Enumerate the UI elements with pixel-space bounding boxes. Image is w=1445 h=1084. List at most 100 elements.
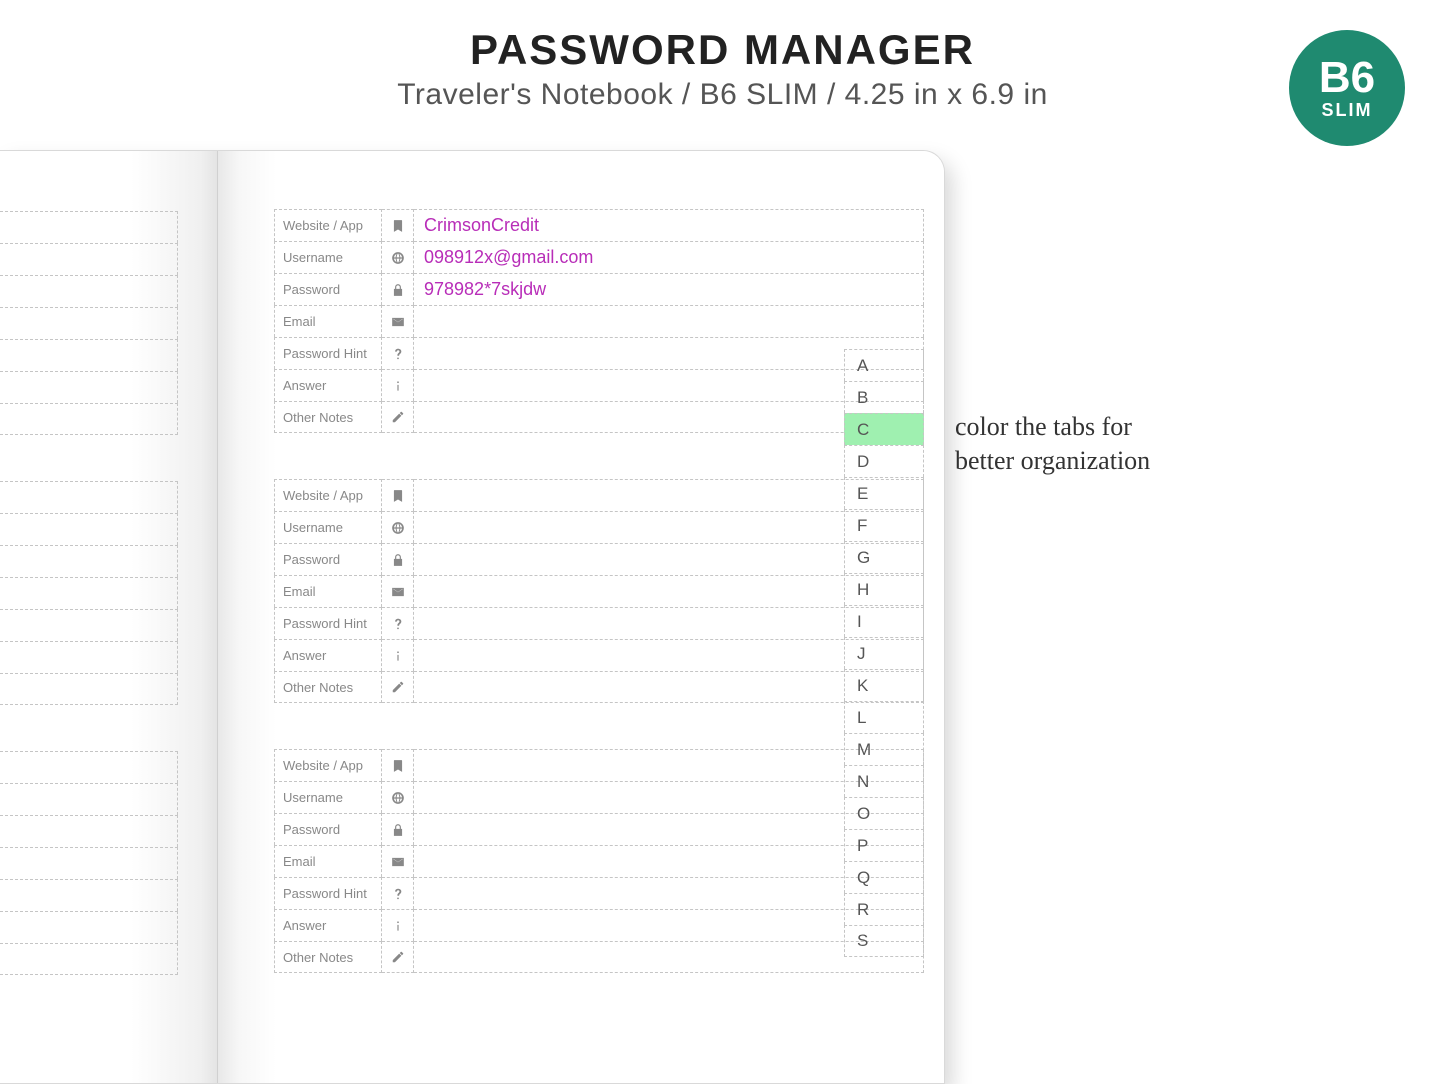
entry-row: Other Notes xyxy=(274,671,924,703)
entry-row: Password Hint xyxy=(274,337,924,369)
alpha-tab-p[interactable]: P xyxy=(844,829,924,861)
entry-row: Email xyxy=(274,575,924,607)
field-label: Password Hint xyxy=(274,337,382,369)
entry-row: Answer xyxy=(274,639,924,671)
alpha-tab-q[interactable]: Q xyxy=(844,861,924,893)
password-entry: Website / AppUsernamePasswordEmailPasswo… xyxy=(274,479,924,703)
left-page-row xyxy=(0,481,178,513)
globe-icon xyxy=(382,511,414,543)
alpha-tab-d[interactable]: D xyxy=(844,445,924,477)
entry-row: Password Hint xyxy=(274,607,924,639)
alpha-tab-g[interactable]: G xyxy=(844,541,924,573)
pencil-icon xyxy=(382,401,414,433)
field-label: Other Notes xyxy=(274,401,382,433)
alpha-tab-h[interactable]: H xyxy=(844,573,924,605)
entry-row: Other Notes xyxy=(274,941,924,973)
field-value[interactable]: 978982*7skjdw xyxy=(414,273,924,305)
field-label: Email xyxy=(274,575,382,607)
left-page xyxy=(0,151,218,1083)
entry-row: Answer xyxy=(274,909,924,941)
page-header: PASSWORD MANAGER Traveler's Notebook / B… xyxy=(0,0,1445,112)
lock-icon xyxy=(382,543,414,575)
globe-icon xyxy=(382,241,414,273)
alpha-tab-b[interactable]: B xyxy=(844,381,924,413)
pencil-icon xyxy=(382,671,414,703)
alpha-tab-m[interactable]: M xyxy=(844,733,924,765)
left-page-row xyxy=(0,673,178,705)
field-label: Answer xyxy=(274,369,382,401)
left-page-row xyxy=(0,307,178,339)
alpha-tab-l[interactable]: L xyxy=(844,701,924,733)
left-page-row xyxy=(0,371,178,403)
alpha-tab-r[interactable]: R xyxy=(844,893,924,925)
field-label: Password xyxy=(274,543,382,575)
password-entry: Website / App CrimsonCreditUsername098912… xyxy=(274,209,924,433)
field-label: Website / App xyxy=(274,479,382,511)
field-label: Other Notes xyxy=(274,941,382,973)
lock-icon xyxy=(382,273,414,305)
alpha-tab-o[interactable]: O xyxy=(844,797,924,829)
envelope-icon xyxy=(382,575,414,607)
alpha-tab-i[interactable]: I xyxy=(844,605,924,637)
field-value[interactable]: 098912x@gmail.com xyxy=(414,241,924,273)
info-icon xyxy=(382,639,414,671)
alpha-tab-f[interactable]: F xyxy=(844,509,924,541)
left-page-row xyxy=(0,609,178,641)
left-page-row xyxy=(0,911,178,943)
notebook-spread: Website / AppCrimsonCreditUsername098912… xyxy=(0,150,945,1084)
b6-slim-badge: B6 SLIM xyxy=(1289,30,1405,146)
left-page-row xyxy=(0,243,178,275)
field-label: Password xyxy=(274,813,382,845)
question-icon xyxy=(382,877,414,909)
field-label: Other Notes xyxy=(274,671,382,703)
envelope-icon xyxy=(382,845,414,877)
password-entry: Website / AppUsernamePasswordEmailPasswo… xyxy=(274,749,924,973)
entry-row: Username098912x@gmail.com xyxy=(274,241,924,273)
entry-row: Password Hint xyxy=(274,877,924,909)
field-label: Answer xyxy=(274,909,382,941)
field-label: Website / App xyxy=(274,209,382,241)
question-icon xyxy=(382,337,414,369)
left-page-row xyxy=(0,211,178,243)
field-label: Username xyxy=(274,511,382,543)
left-page-row xyxy=(0,339,178,371)
left-page-row xyxy=(0,403,178,435)
page-title: PASSWORD MANAGER xyxy=(0,26,1445,74)
field-label: Password xyxy=(274,273,382,305)
left-page-row xyxy=(0,783,178,815)
alpha-tab-k[interactable]: K xyxy=(844,669,924,701)
left-page-row xyxy=(0,275,178,307)
entry-row: Username xyxy=(274,511,924,543)
entry-row: Username xyxy=(274,781,924,813)
alpha-tab-s[interactable]: S xyxy=(844,925,924,957)
left-page-row xyxy=(0,577,178,609)
field-value[interactable] xyxy=(414,305,924,337)
right-page: Website / AppCrimsonCreditUsername098912… xyxy=(218,151,944,1083)
entry-row: Email xyxy=(274,305,924,337)
left-page-row xyxy=(0,513,178,545)
alpha-tab-a[interactable]: A xyxy=(844,349,924,381)
alpha-tab-j[interactable]: J xyxy=(844,637,924,669)
entry-row: Website / App xyxy=(274,479,924,511)
info-icon xyxy=(382,909,414,941)
field-label: Website / App xyxy=(274,749,382,781)
left-page-row xyxy=(0,847,178,879)
entry-row: Other Notes xyxy=(274,401,924,433)
alpha-tab-c[interactable]: C xyxy=(844,413,924,445)
left-page-row xyxy=(0,751,178,783)
left-page-row xyxy=(0,641,178,673)
entry-row: Answer xyxy=(274,369,924,401)
pencil-icon xyxy=(382,941,414,973)
entry-row: Website / App CrimsonCredit xyxy=(274,209,924,241)
field-label: Username xyxy=(274,781,382,813)
page-subtitle: Traveler's Notebook / B6 SLIM / 4.25 in … xyxy=(0,78,1445,112)
field-label: Password Hint xyxy=(274,607,382,639)
alpha-tab-e[interactable]: E xyxy=(844,477,924,509)
question-icon xyxy=(382,607,414,639)
badge-top: B6 xyxy=(1319,56,1375,100)
field-value[interactable]: CrimsonCredit xyxy=(414,209,924,241)
field-label: Answer xyxy=(274,639,382,671)
alpha-tab-n[interactable]: N xyxy=(844,765,924,797)
entry-row: Password xyxy=(274,813,924,845)
info-icon xyxy=(382,369,414,401)
